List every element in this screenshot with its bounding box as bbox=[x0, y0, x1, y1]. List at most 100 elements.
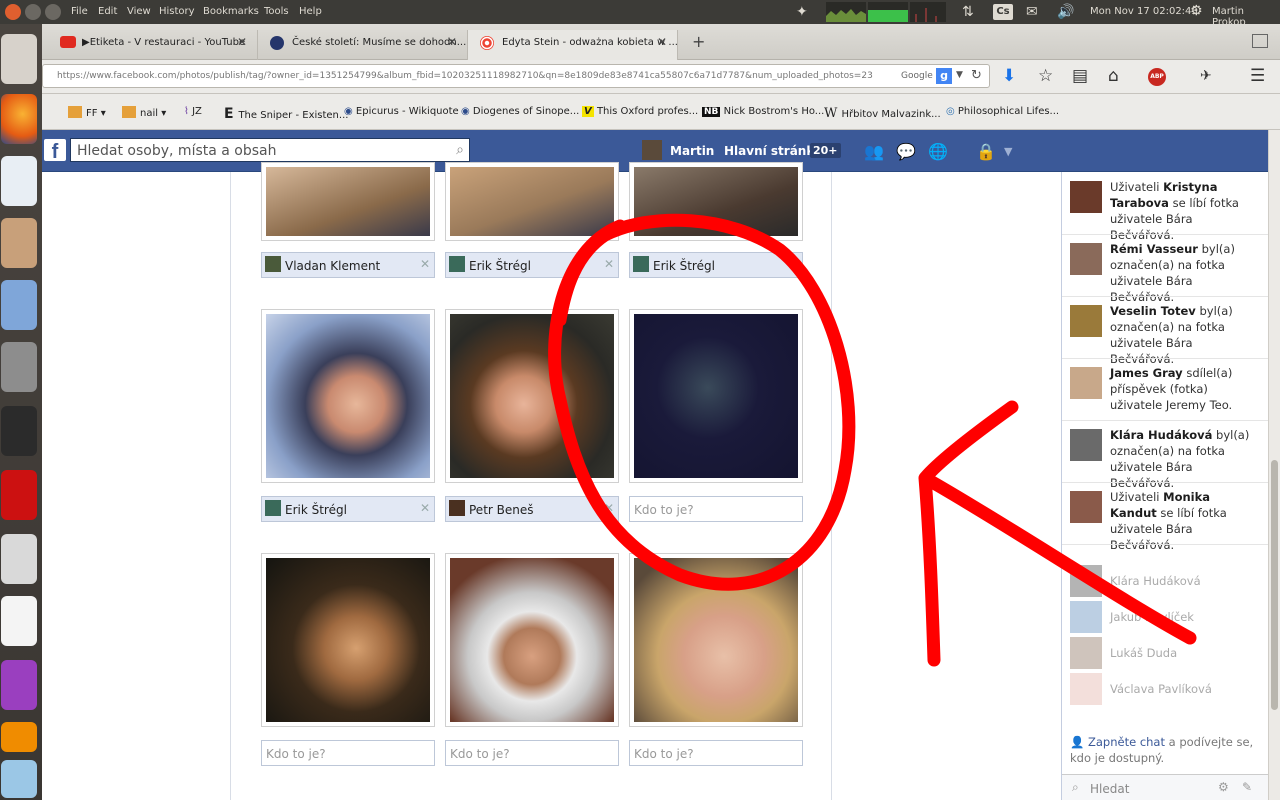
menu-file[interactable]: File bbox=[71, 6, 88, 17]
friend-requests-icon[interactable]: 👥 bbox=[864, 142, 884, 161]
bookmark-oxford[interactable]: V This Oxford profes... bbox=[582, 106, 698, 117]
system-monitor-graph[interactable] bbox=[826, 2, 946, 22]
tag-input[interactable]: Kdo to je? bbox=[629, 740, 803, 766]
compose-icon[interactable]: ✎ bbox=[1242, 780, 1252, 794]
bookmark-epicurus[interactable]: ◉ Epicurus - Wikiquote bbox=[344, 106, 459, 117]
home-icon[interactable]: ⌂ bbox=[1108, 68, 1119, 85]
photo-thumbnail[interactable] bbox=[261, 162, 435, 241]
messages-icon[interactable]: 💬 bbox=[896, 142, 916, 161]
bookmark-jz[interactable]: ⌇ JZ bbox=[184, 106, 202, 117]
keyboard-layout-indicator[interactable]: Cs bbox=[993, 4, 1013, 20]
mail-icon[interactable]: ✉ bbox=[1026, 4, 1038, 20]
home-link[interactable]: Hlavní stránka bbox=[724, 144, 822, 158]
virtualbox-icon[interactable] bbox=[1, 280, 37, 330]
chevron-down-icon[interactable]: ▼ bbox=[956, 70, 963, 80]
chat-search-input[interactable]: ⌕ Hledat ⚙ ✎ bbox=[1062, 774, 1269, 800]
url-bar[interactable]: https://www.facebook.com/photos/publish/… bbox=[42, 64, 990, 88]
menu-view[interactable]: View bbox=[127, 6, 151, 17]
tab-edyta[interactable]: Edyta Stein - odważna kobieta w ... ✕ bbox=[468, 30, 678, 60]
notification-badge[interactable]: 20+ bbox=[810, 143, 841, 158]
bookmark-bostrom[interactable]: NB Nick Bostrom's Ho... bbox=[702, 106, 824, 117]
photo-thumbnail[interactable] bbox=[629, 553, 803, 727]
person-tag[interactable]: Erik Štrégl ✕ bbox=[629, 252, 803, 278]
bookmark-sniper[interactable]: E The Sniper - Existen... bbox=[224, 106, 348, 122]
remove-tag-icon[interactable]: ✕ bbox=[604, 257, 614, 271]
photo-thumbnail[interactable] bbox=[629, 309, 803, 483]
enable-chat-link[interactable]: Zapněte chat bbox=[1088, 735, 1165, 749]
download-icon[interactable]: ⬇ bbox=[1002, 68, 1016, 85]
purple-app-icon[interactable] bbox=[1, 660, 37, 710]
menu-history[interactable]: History bbox=[159, 6, 195, 17]
scrollbar-thumb[interactable] bbox=[1271, 460, 1278, 710]
photo-thumbnail[interactable] bbox=[261, 309, 435, 483]
bookmark-star-icon[interactable]: ☆ bbox=[1038, 68, 1053, 85]
network-icon[interactable]: ⇅ bbox=[962, 4, 974, 20]
reading-list-icon[interactable]: ▤ bbox=[1072, 68, 1088, 85]
extension-icon[interactable]: ✈ bbox=[1200, 68, 1212, 85]
pdf-reader-icon[interactable] bbox=[1, 596, 37, 646]
close-tab-icon[interactable]: ✕ bbox=[657, 35, 667, 49]
photo-thumbnail[interactable] bbox=[629, 162, 803, 241]
gimp-icon[interactable] bbox=[1, 218, 37, 268]
account-menu-icon[interactable]: ▼ bbox=[1004, 145, 1024, 163]
menu-bookmarks[interactable]: Bookmarks bbox=[203, 6, 259, 17]
close-tab-icon[interactable]: ✕ bbox=[237, 35, 247, 49]
vlc-icon[interactable] bbox=[1, 722, 37, 752]
new-tab-button[interactable]: + bbox=[692, 32, 705, 51]
system-settings-icon[interactable] bbox=[1, 342, 37, 392]
photo-thumbnail[interactable] bbox=[445, 309, 619, 483]
photo-thumbnail[interactable] bbox=[261, 553, 435, 727]
terminal-icon[interactable] bbox=[1, 406, 37, 456]
window-close-button[interactable] bbox=[5, 4, 21, 20]
menu-edit[interactable]: Edit bbox=[98, 6, 117, 17]
page-scrollbar[interactable] bbox=[1268, 130, 1280, 800]
bookmark-philosophical[interactable]: ◎ Philosophical Lifes... bbox=[946, 106, 1059, 117]
avatar[interactable] bbox=[642, 140, 662, 160]
menu-tools[interactable]: Tools bbox=[264, 6, 289, 17]
photo-thumbnail[interactable] bbox=[445, 553, 619, 727]
remove-tag-icon[interactable]: ✕ bbox=[420, 257, 430, 271]
gear-icon[interactable]: ⚙ bbox=[1190, 3, 1203, 19]
image-viewer-icon[interactable] bbox=[1, 156, 37, 206]
tab-list-button[interactable] bbox=[1252, 34, 1268, 48]
tag-input[interactable]: Kdo to je? bbox=[261, 740, 435, 766]
url-text[interactable]: https://www.facebook.com/photos/publish/… bbox=[57, 71, 873, 81]
menu-help[interactable]: Help bbox=[299, 6, 322, 17]
person-tag[interactable]: Erik Štrégl ✕ bbox=[445, 252, 619, 278]
google-icon[interactable]: g bbox=[936, 68, 952, 84]
filezilla-icon[interactable] bbox=[1, 470, 37, 520]
tag-input[interactable]: Kdo to je? bbox=[629, 496, 803, 522]
photo-thumbnail[interactable] bbox=[445, 162, 619, 241]
bookmark-folder-nail[interactable]: nail ▾ bbox=[122, 106, 166, 119]
facebook-logo-icon[interactable]: f bbox=[44, 139, 66, 163]
adblock-icon[interactable]: ABP bbox=[1148, 68, 1166, 86]
tag-input[interactable]: Kdo to je? bbox=[445, 740, 619, 766]
privacy-shortcuts-icon[interactable]: 🔒 bbox=[976, 142, 996, 161]
search-tool-icon[interactable] bbox=[1, 534, 37, 584]
bookmark-folder-ff[interactable]: FF ▾ bbox=[68, 106, 106, 119]
close-tab-icon[interactable]: ✕ bbox=[447, 35, 457, 49]
firefox-icon[interactable] bbox=[1, 94, 37, 144]
bookmark-hrbitov[interactable]: W Hřbitov Malvazink... bbox=[824, 106, 941, 121]
remove-tag-icon[interactable]: ✕ bbox=[788, 257, 798, 271]
menu-icon[interactable]: ☰ bbox=[1250, 68, 1265, 85]
person-tag[interactable]: Petr Beneš ✕ bbox=[445, 496, 619, 522]
window-minimize-button[interactable] bbox=[25, 4, 41, 20]
misc-app-icon[interactable] bbox=[1, 760, 37, 798]
remove-tag-icon[interactable]: ✕ bbox=[604, 501, 614, 515]
reload-icon[interactable]: ↻ bbox=[971, 68, 982, 83]
tab-youtube[interactable]: ▶Etiketa - V restauraci - YouTube ✕ bbox=[48, 30, 258, 60]
profile-link[interactable]: Martin bbox=[670, 144, 714, 158]
volume-icon[interactable]: 🔊 bbox=[1057, 4, 1074, 20]
dash-home-icon[interactable] bbox=[1, 34, 37, 84]
search-engine-label[interactable]: Google bbox=[901, 71, 933, 81]
facebook-search-input[interactable]: Hledat osoby, místa a obsah ⌕ bbox=[70, 138, 470, 162]
notifications-globe-icon[interactable]: 🌐 bbox=[928, 142, 948, 161]
remove-tag-icon[interactable]: ✕ bbox=[420, 501, 430, 515]
window-maximize-button[interactable] bbox=[45, 4, 61, 20]
bookmark-diogenes[interactable]: ◉ Diogenes of Sinope... bbox=[461, 106, 579, 117]
person-tag[interactable]: Vladan Klement ✕ bbox=[261, 252, 435, 278]
clock[interactable]: Mon Nov 17 02:02:43 bbox=[1090, 6, 1198, 17]
search-icon[interactable]: ⌕ bbox=[456, 142, 464, 158]
person-tag[interactable]: Erik Štrégl ✕ bbox=[261, 496, 435, 522]
